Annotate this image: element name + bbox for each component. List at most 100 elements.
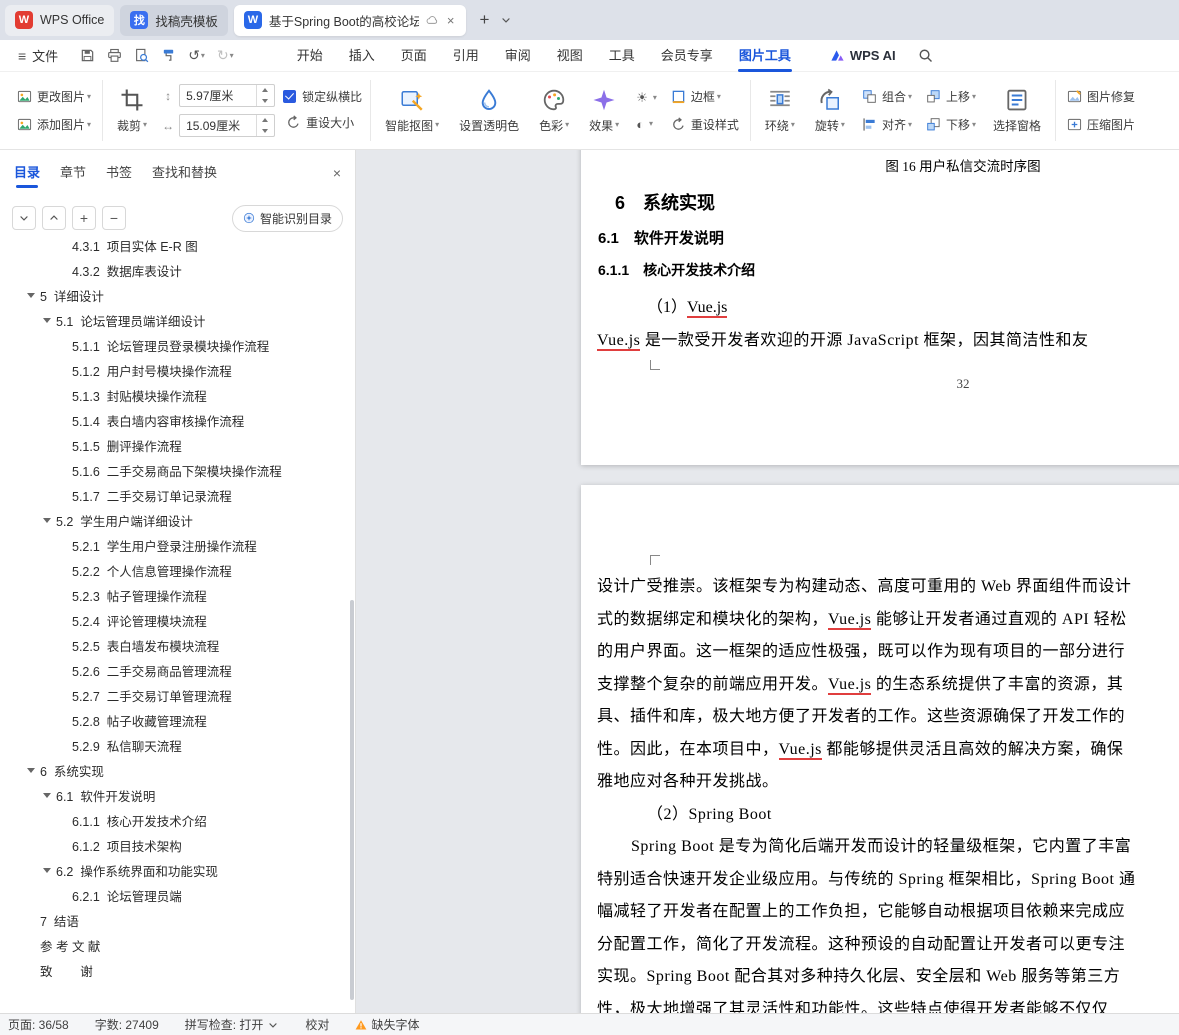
toc-item[interactable]: 致 谢: [0, 958, 355, 983]
wps-ai-button[interactable]: WPS AI: [830, 48, 896, 63]
missing-font-warning[interactable]: 缺失字体: [355, 1016, 419, 1033]
toc-item[interactable]: 4.3.1 项目实体 E-R 图: [0, 233, 355, 258]
tab-bookmarks[interactable]: 书签: [106, 150, 132, 196]
toc-item[interactable]: 5.1.1 论坛管理员登录模块操作流程: [0, 333, 355, 358]
tab-find-replace[interactable]: 查找和替换: [152, 150, 217, 196]
toc-item[interactable]: 5.2.1 学生用户登录注册操作流程: [0, 533, 355, 558]
toc-expand-caret-icon[interactable]: [43, 868, 51, 873]
toc-item[interactable]: 5.2.9 私信聊天流程: [0, 733, 355, 758]
width-stepper[interactable]: [256, 115, 272, 136]
lock-aspect-checkbox[interactable]: 锁定纵横比: [283, 88, 362, 105]
wrap-button[interactable]: 环绕 ▾: [759, 85, 801, 137]
height-input[interactable]: [179, 84, 276, 107]
document-page-2[interactable]: 设计广受推崇。该框架专为构建动态、高度可重用的 Web 界面组件而设计 式的数据绑…: [581, 485, 1179, 1013]
tab-list-dropdown-icon[interactable]: [496, 8, 516, 32]
effect-button[interactable]: 效果 ▾: [583, 85, 625, 137]
toc-expand-caret-icon[interactable]: [43, 318, 51, 323]
redo-button[interactable]: ↻ ▾: [213, 44, 238, 68]
document-page-1[interactable]: 图 16 用户私信交流时序图 6 系统实现 6.1 软件开发说明 6.1.1 核…: [581, 150, 1179, 465]
collapse-level-button[interactable]: −: [102, 206, 126, 230]
toc-item[interactable]: 6.1.2 项目技术架构: [0, 833, 355, 858]
close-pane-icon[interactable]: ×: [333, 165, 341, 181]
dropdown-caret-icon[interactable]: ▾: [230, 51, 234, 60]
reset-style-button[interactable]: 重设样式: [668, 114, 742, 135]
toc-item[interactable]: 7 结语: [0, 908, 355, 933]
tab-chapters[interactable]: 章节: [60, 150, 86, 196]
width-value[interactable]: [180, 115, 257, 136]
selection-pane-button[interactable]: 选择窗格: [987, 85, 1047, 137]
toc-item[interactable]: 5.1.7 二手交易订单记录流程: [0, 483, 355, 508]
save-button[interactable]: [76, 44, 99, 68]
picture-repair-button[interactable]: 图片修复: [1064, 86, 1138, 107]
menu-reference[interactable]: 引用: [440, 40, 492, 72]
toc-item[interactable]: 6.1 软件开发说明: [0, 783, 355, 808]
toc-item[interactable]: 5.1.4 表白墙内容审核操作流程: [0, 408, 355, 433]
toc-item[interactable]: 5.2.7 二手交易订单管理流程: [0, 683, 355, 708]
add-picture-button[interactable]: 添加图片 ▾: [14, 114, 94, 135]
step-down-icon[interactable]: [257, 126, 272, 137]
menu-page[interactable]: 页面: [388, 40, 440, 72]
menu-tools[interactable]: 工具: [596, 40, 648, 72]
set-transparent-button[interactable]: 设置透明色: [453, 85, 525, 137]
smart-toc-button[interactable]: 智能识别目录: [231, 204, 343, 232]
toc-item[interactable]: 5.2.4 评论管理模块流程: [0, 608, 355, 633]
toc-item[interactable]: 5.2 学生用户端详细设计: [0, 508, 355, 533]
print-button[interactable]: [103, 44, 126, 68]
sidebar-scrollbar[interactable]: [350, 600, 354, 1000]
toc-expand-caret-icon[interactable]: [43, 518, 51, 523]
undo-button[interactable]: ↺ ▾: [184, 44, 209, 68]
height-stepper[interactable]: [256, 85, 272, 106]
menu-review[interactable]: 审阅: [492, 40, 544, 72]
toc-item[interactable]: 5.2.8 帖子收藏管理流程: [0, 708, 355, 733]
toc-item[interactable]: 5.1.6 二手交易商品下架模块操作流程: [0, 458, 355, 483]
toc-item[interactable]: 5.1 论坛管理员端详细设计: [0, 308, 355, 333]
toc-item[interactable]: 5.2.2 个人信息管理操作流程: [0, 558, 355, 583]
toc-expand-caret-icon[interactable]: [27, 768, 35, 773]
menu-view[interactable]: 视图: [544, 40, 596, 72]
print-preview-button[interactable]: [130, 44, 153, 68]
rotate-button[interactable]: 旋转 ▾: [809, 85, 851, 137]
menu-home[interactable]: 开始: [284, 40, 336, 72]
step-down-icon[interactable]: [257, 96, 272, 107]
new-tab-button[interactable]: +: [472, 8, 496, 32]
expand-level-button[interactable]: +: [72, 206, 96, 230]
collapse-all-button[interactable]: [12, 206, 36, 230]
tab-wps-office[interactable]: W WPS Office: [5, 4, 115, 36]
toc-expand-caret-icon[interactable]: [43, 793, 51, 798]
search-icon[interactable]: [918, 48, 933, 63]
menu-insert[interactable]: 插入: [336, 40, 388, 72]
compress-picture-button[interactable]: 压缩图片: [1064, 114, 1138, 135]
tab-toc[interactable]: 目录: [14, 150, 40, 196]
toc-item[interactable]: 6.2.1 论坛管理员端: [0, 883, 355, 908]
dropdown-caret-icon[interactable]: ▾: [201, 51, 205, 60]
align-button[interactable]: 对齐 ▾: [859, 114, 915, 135]
bring-forward-button[interactable]: 上移 ▾: [923, 86, 979, 107]
step-up-icon[interactable]: [257, 85, 272, 96]
expand-all-button[interactable]: [42, 206, 66, 230]
brightness-button[interactable]: ☀ ▾: [633, 88, 660, 108]
tab-template[interactable]: 找 找稿壳模板: [120, 4, 228, 36]
toc-item[interactable]: 5.2.5 表白墙发布模块流程: [0, 633, 355, 658]
group-button[interactable]: 组合 ▾: [859, 86, 915, 107]
toc-expand-caret-icon[interactable]: [27, 293, 35, 298]
toc-item[interactable]: 5.1.3 封贴模块操作流程: [0, 383, 355, 408]
reset-size-button[interactable]: 重设大小: [283, 112, 362, 133]
toc-item[interactable]: 6 系统实现: [0, 758, 355, 783]
word-count[interactable]: 字数: 27409: [95, 1016, 159, 1033]
width-input[interactable]: [179, 114, 276, 137]
border-button[interactable]: 边框 ▾: [668, 86, 742, 107]
menu-member[interactable]: 会员专享: [648, 40, 726, 72]
menu-picture-tools[interactable]: 图片工具: [726, 40, 804, 72]
send-backward-button[interactable]: 下移 ▾: [923, 114, 979, 135]
toc-item[interactable]: 参 考 文 献: [0, 933, 355, 958]
document-canvas[interactable]: 图 16 用户私信交流时序图 6 系统实现 6.1 软件开发说明 6.1.1 核…: [356, 150, 1179, 1013]
proofread-button[interactable]: 校对: [305, 1016, 329, 1033]
toc-item[interactable]: 5.1.5 删评操作流程: [0, 433, 355, 458]
change-picture-button[interactable]: 更改图片 ▾: [14, 86, 94, 107]
tab-document[interactable]: W 基于Spring Boot的高校论坛... ×: [233, 4, 467, 36]
toc-item[interactable]: 5.2.3 帖子管理操作流程: [0, 583, 355, 608]
height-value[interactable]: [180, 85, 257, 106]
step-up-icon[interactable]: [257, 115, 272, 126]
toc-item[interactable]: 5 详细设计: [0, 283, 355, 308]
format-painter-button[interactable]: [157, 44, 180, 68]
